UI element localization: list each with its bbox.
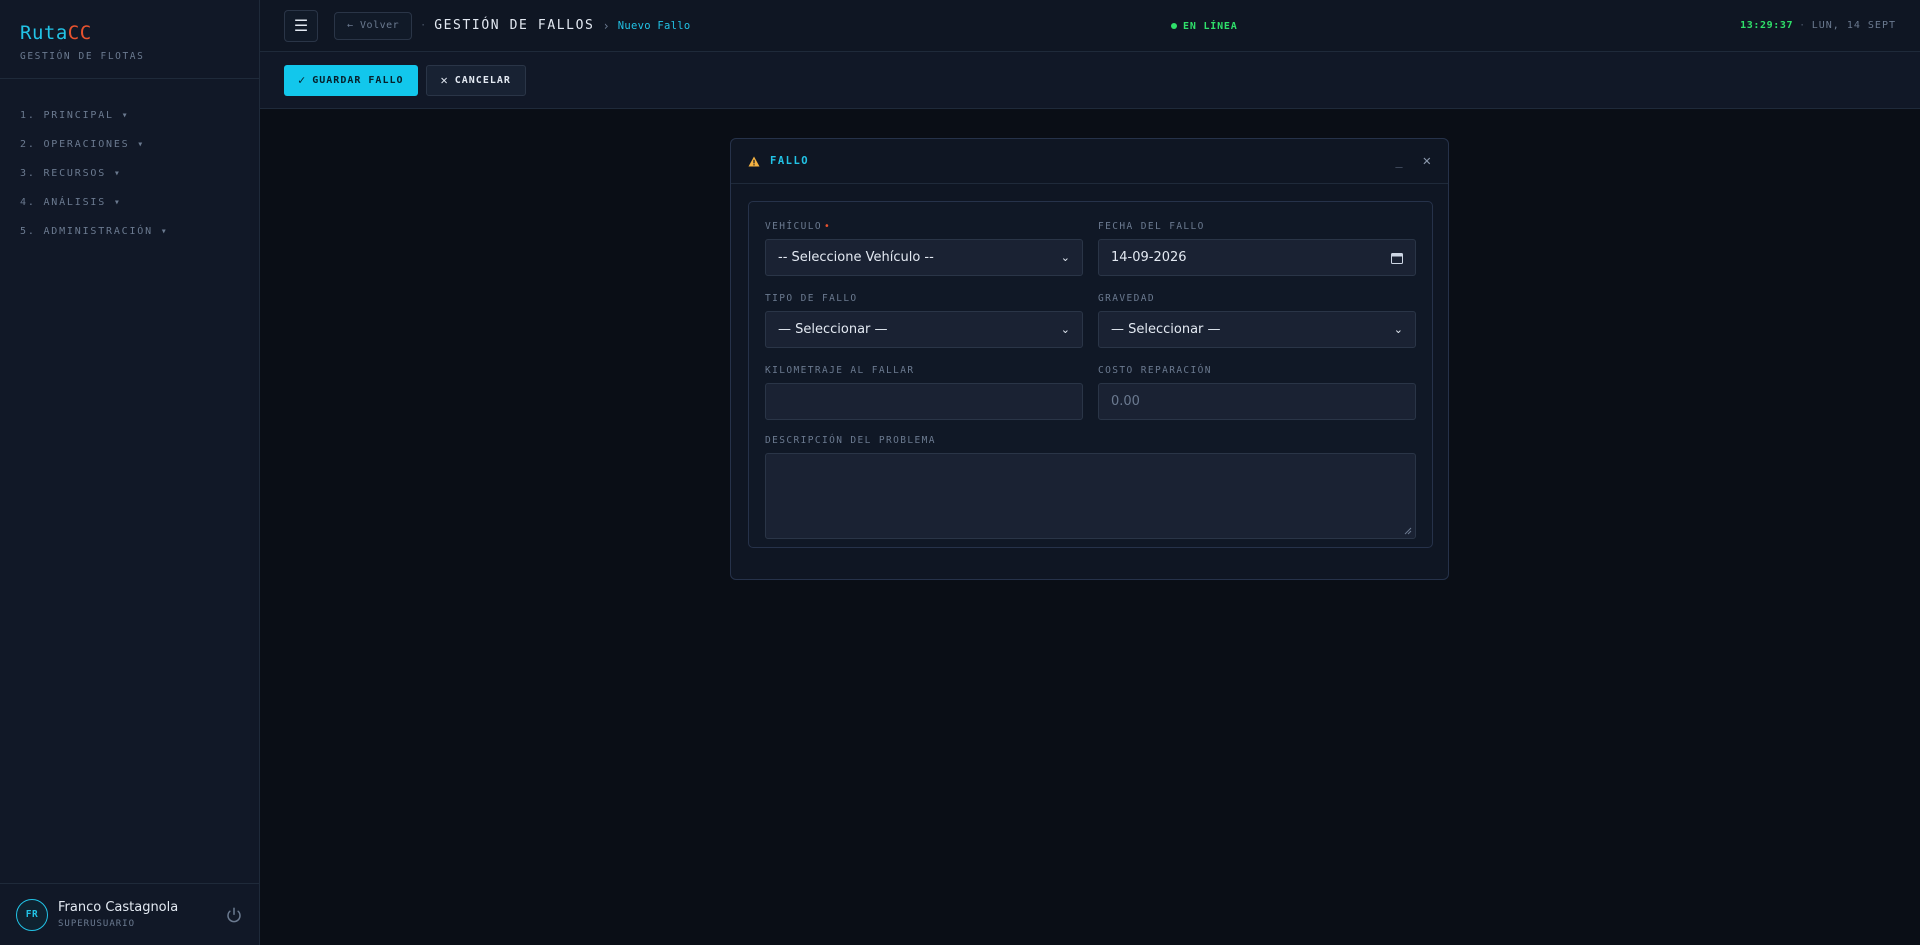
- brand-logo[interactable]: RutaCC: [20, 22, 239, 44]
- fallo-modal: FALLO _ ✕ VEHÍCULO • -- Seleccione Vehícu…: [730, 138, 1449, 580]
- chevron-down-icon: ⌄: [1060, 251, 1070, 264]
- breadcrumb-current: Nuevo Fallo: [617, 19, 691, 32]
- cancel-button-label: CANCELAR: [454, 74, 511, 86]
- gravedad-select[interactable]: — Seleccionar — ⌄: [1098, 311, 1416, 348]
- avatar[interactable]: FR: [16, 898, 48, 931]
- back-button[interactable]: ← Volver: [334, 11, 413, 40]
- form-row: TIPO DE FALLO — Seleccionar — ⌄ GRAVEDAD…: [765, 293, 1416, 348]
- brand: RutaCC GESTIÓN DE FLOTAS: [0, 0, 259, 79]
- power-icon[interactable]: [225, 906, 243, 924]
- clock-date: LUN, 14 SEPT: [1811, 20, 1896, 31]
- field-vehiculo: VEHÍCULO • -- Seleccione Vehículo -- ⌄: [765, 221, 1083, 276]
- nav-recursos[interactable]: 3. RECURSOS ▾: [0, 159, 259, 188]
- calendar-icon[interactable]: [1391, 252, 1403, 264]
- status-label: EN LÍNEA: [1183, 20, 1238, 32]
- modal-actions: _ ✕: [1395, 153, 1431, 169]
- user-panel: FR Franco Castagnola SUPERUSUARIO: [0, 883, 259, 945]
- form-row: VEHÍCULO • -- Seleccione Vehículo -- ⌄ FE…: [765, 221, 1416, 276]
- minimize-button[interactable]: _: [1395, 154, 1402, 168]
- modal-title: FALLO: [770, 155, 810, 167]
- modal-header: FALLO _ ✕: [731, 139, 1448, 184]
- clock-time: 13:29:37: [1740, 20, 1794, 31]
- gravedad-label: GRAVEDAD: [1098, 293, 1155, 304]
- chevron-down-icon: ⌄: [1393, 323, 1403, 336]
- tipo-select-value: — Seleccionar —: [778, 322, 888, 337]
- nav-analisis[interactable]: 4. ANÁLISIS ▾: [0, 188, 259, 217]
- sidebar: RutaCC GESTIÓN DE FLOTAS 1. PRINCIPAL ▾ …: [0, 0, 260, 945]
- costo-input[interactable]: 0.00: [1098, 383, 1416, 420]
- required-dot-icon: •: [823, 221, 832, 232]
- tipo-label: TIPO DE FALLO: [765, 293, 858, 304]
- action-toolbar: ✓ GUARDAR FALLO ✕ CANCELAR: [260, 52, 1920, 109]
- tipo-select[interactable]: — Seleccionar — ⌄: [765, 311, 1083, 348]
- nav-principal[interactable]: 1. PRINCIPAL ▾: [0, 101, 259, 130]
- status-dot-icon: [1171, 23, 1177, 29]
- field-descripcion: DESCRIPCIÓN DEL PROBLEMA: [765, 435, 1416, 539]
- gravedad-select-value: — Seleccionar —: [1111, 322, 1221, 337]
- user-role: SUPERUSUARIO: [58, 919, 136, 929]
- user-name: Franco Castagnola: [58, 900, 179, 915]
- save-button-label: GUARDAR FALLO: [312, 74, 404, 86]
- vehiculo-select[interactable]: -- Seleccione Vehículo -- ⌄: [765, 239, 1083, 276]
- modal-close-icon[interactable]: ✕: [1423, 153, 1431, 169]
- brand-subtitle: GESTIÓN DE FLOTAS: [20, 51, 145, 62]
- vehiculo-label: VEHÍCULO •: [765, 221, 1083, 233]
- field-tipo: TIPO DE FALLO — Seleccionar — ⌄: [765, 293, 1083, 348]
- cancel-button[interactable]: ✕ CANCELAR: [425, 64, 526, 96]
- form-row: KILOMETRAJE AL FALLAR COSTO REPARACIÓN 0…: [765, 365, 1416, 420]
- field-gravedad: GRAVEDAD — Seleccionar — ⌄: [1098, 293, 1416, 348]
- costo-input-placeholder: 0.00: [1111, 394, 1140, 409]
- nav-administracion[interactable]: 5. ADMINISTRACIÓN ▾: [0, 217, 259, 246]
- descripcion-textarea[interactable]: [765, 453, 1416, 539]
- user-info: Franco Castagnola SUPERUSUARIO: [58, 900, 225, 929]
- field-km: KILOMETRAJE AL FALLAR: [765, 365, 1083, 420]
- field-costo: COSTO REPARACIÓN 0.00: [1098, 365, 1416, 420]
- km-label: KILOMETRAJE AL FALLAR: [765, 365, 915, 376]
- breadcrumb-main[interactable]: GESTIÓN DE FALLOS: [434, 18, 594, 33]
- fecha-label: FECHA DEL FALLO: [1098, 221, 1205, 232]
- resize-grip-icon[interactable]: [1404, 527, 1412, 535]
- descripcion-label: DESCRIPCIÓN DEL PROBLEMA: [765, 435, 936, 446]
- warning-icon: [748, 156, 760, 166]
- menu-toggle-button[interactable]: ☰: [284, 9, 318, 42]
- vehiculo-label-text: VEHÍCULO: [765, 221, 822, 232]
- brand-name-accent: CC: [67, 22, 92, 44]
- fecha-input-value: 14-09-2026: [1111, 250, 1187, 265]
- clock-separator: ·: [1799, 20, 1806, 31]
- fecha-input[interactable]: 14-09-2026: [1098, 239, 1416, 276]
- topbar: ☰ ← Volver · GESTIÓN DE FALLOS › Nuevo F…: [260, 0, 1920, 52]
- breadcrumb-separator: ·: [420, 20, 427, 31]
- form-row: DESCRIPCIÓN DEL PROBLEMA: [765, 435, 1416, 539]
- costo-label: COSTO REPARACIÓN: [1098, 365, 1212, 376]
- form-panel: VEHÍCULO • -- Seleccione Vehículo -- ⌄ FE…: [748, 201, 1433, 548]
- clock: 13:29:37 · LUN, 14 SEPT: [1740, 20, 1896, 31]
- brand-name-part: Ruta: [20, 22, 68, 44]
- field-fecha: FECHA DEL FALLO 14-09-2026: [1098, 221, 1416, 276]
- km-input[interactable]: [765, 383, 1083, 420]
- close-icon: ✕: [440, 73, 449, 87]
- hamburger-icon: ☰: [293, 16, 309, 35]
- vehiculo-select-value: -- Seleccione Vehículo --: [778, 250, 934, 265]
- chevron-down-icon: ⌄: [1060, 323, 1070, 336]
- check-icon: ✓: [298, 73, 307, 87]
- nav-operaciones[interactable]: 2. OPERACIONES ▾: [0, 130, 259, 159]
- save-button[interactable]: ✓ GUARDAR FALLO: [284, 64, 418, 96]
- sidebar-nav: 1. PRINCIPAL ▾ 2. OPERACIONES ▾ 3. RECUR…: [0, 79, 259, 246]
- connection-status: EN LÍNEA: [1171, 0, 1238, 52]
- chevron-right-icon: ›: [602, 18, 610, 33]
